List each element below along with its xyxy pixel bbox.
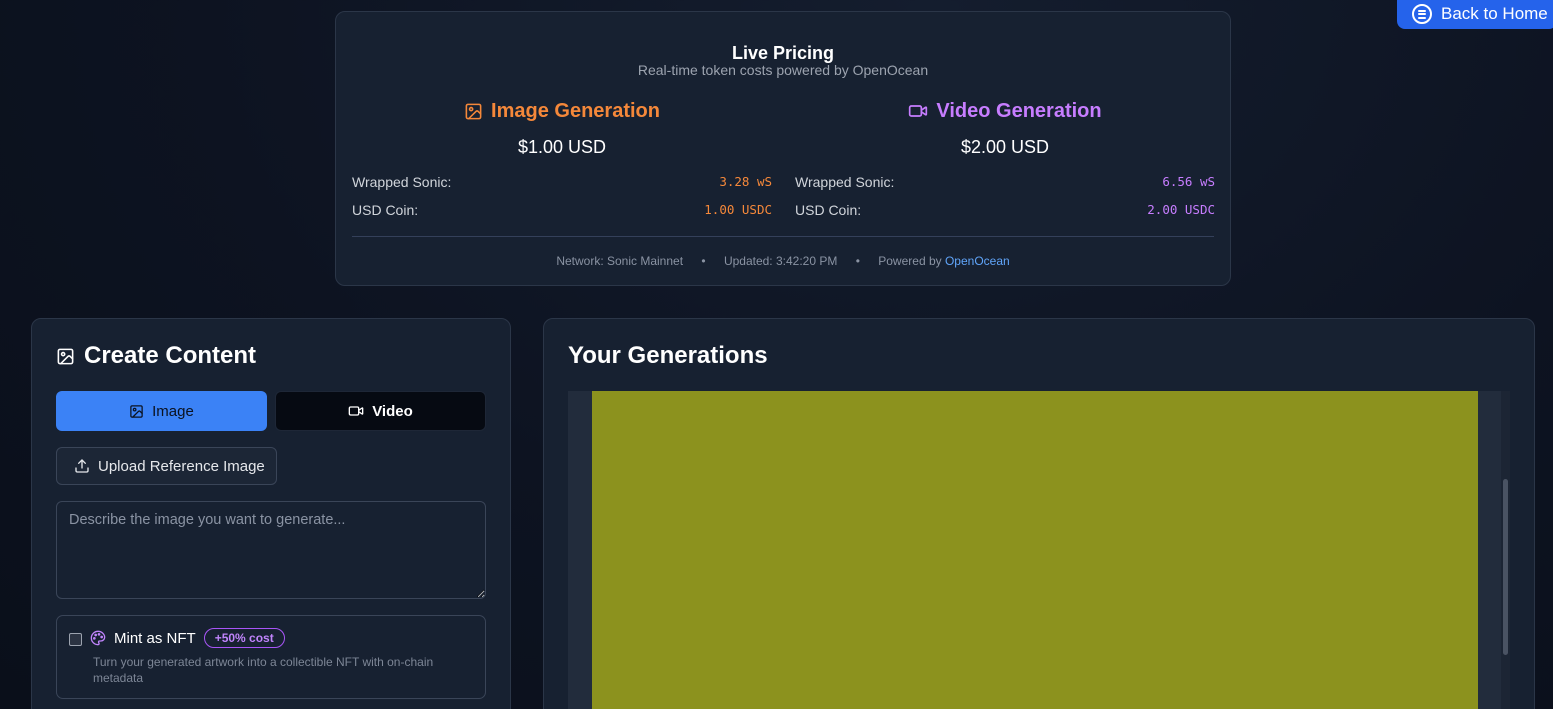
- pricing-footer: Network: Sonic Mainnet • Updated: 3:42:2…: [336, 254, 1230, 268]
- network-status: Network: Sonic Mainnet: [556, 254, 684, 268]
- menu-circle-icon: [1412, 3, 1432, 24]
- create-content-heading: Create Content: [56, 342, 256, 370]
- image-pricing-title: Image Generation: [491, 99, 660, 122]
- image-price-row: Wrapped Sonic: 3.28 wS: [352, 174, 772, 190]
- back-to-home-button[interactable]: Back to Home: [1397, 0, 1553, 29]
- scrollbar-track[interactable]: [1501, 391, 1510, 709]
- video-price-row: Wrapped Sonic: 6.56 wS: [795, 174, 1215, 190]
- image-icon: [130, 404, 143, 418]
- generated-image-preview[interactable]: [592, 391, 1478, 709]
- powered-by-prefix: Powered by: [878, 254, 942, 268]
- generations-title: Your Generations: [568, 342, 768, 369]
- prompt-textarea[interactable]: [56, 501, 486, 599]
- palette-icon: [90, 630, 106, 646]
- pricing-subtitle: Real-time token costs powered by OpenOce…: [637, 62, 929, 78]
- mint-nft-checkbox[interactable]: [69, 633, 82, 646]
- cost-badge: +50% cost: [203, 628, 285, 648]
- generations-viewport[interactable]: [568, 391, 1510, 709]
- upload-reference-image-button[interactable]: Upload Reference Image: [56, 447, 277, 485]
- video-price-row: USD Coin: 2.00 USDC: [795, 202, 1215, 218]
- video-row-label: Wrapped Sonic:: [795, 174, 895, 190]
- generations-panel: Your Generations: [543, 318, 1535, 709]
- image-price-row: USD Coin: 1.00 USDC: [352, 202, 772, 218]
- upload-icon: [75, 459, 89, 473]
- tab-image[interactable]: Image: [56, 391, 267, 431]
- create-content-panel: Create Content Image Video Upload Refere…: [31, 318, 511, 709]
- updated-time: Updated: 3:42:20 PM: [723, 254, 838, 268]
- mint-nft-label: Mint as NFT: [114, 629, 196, 647]
- mint-nft-option: Mint as NFT +50% cost Turn your generate…: [56, 615, 486, 699]
- video-pricing-heading: Video Generation: [795, 97, 1215, 125]
- video-row-label: USD Coin:: [795, 202, 862, 218]
- footer-separator: •: [855, 254, 860, 268]
- live-pricing-card: Live Pricing Real-time token costs power…: [335, 11, 1231, 286]
- image-price-usd: $1.00 USD: [517, 137, 607, 157]
- video-pricing-title: Video Generation: [936, 99, 1102, 122]
- image-icon: [465, 103, 482, 119]
- scrollbar-thumb[interactable]: [1503, 479, 1508, 655]
- tab-video-label: Video: [372, 402, 413, 420]
- mint-nft-label-row: Mint as NFT +50% cost: [90, 628, 285, 648]
- video-icon: [348, 406, 364, 416]
- image-row-label: Wrapped Sonic:: [352, 174, 452, 190]
- image-row-value: 1.00 USDC: [704, 202, 772, 217]
- image-icon: [57, 348, 74, 364]
- image-pricing-heading: Image Generation: [352, 97, 772, 125]
- mint-nft-description: Turn your generated artwork into a colle…: [93, 655, 434, 685]
- openocean-link[interactable]: OpenOcean: [945, 254, 1010, 268]
- image-row-label: USD Coin:: [352, 202, 419, 218]
- pricing-divider: [352, 236, 1214, 237]
- video-icon: [909, 105, 928, 117]
- pricing-title: Live Pricing: [731, 43, 835, 63]
- upload-reference-image-label: Upload Reference Image: [98, 457, 265, 475]
- video-price-usd: $2.00 USD: [960, 137, 1050, 157]
- image-row-value: 3.28 wS: [719, 174, 772, 189]
- video-row-value: 2.00 USDC: [1147, 202, 1215, 217]
- back-to-home-label: Back to Home: [1441, 3, 1548, 23]
- image-pricing-column: Image Generation $1.00 USD Wrapped Sonic…: [352, 97, 772, 219]
- video-row-value: 6.56 wS: [1162, 174, 1215, 189]
- footer-separator: •: [701, 254, 706, 268]
- tab-image-label: Image: [152, 402, 194, 420]
- video-pricing-column: Video Generation $2.00 USD Wrapped Sonic…: [795, 97, 1215, 219]
- tab-video[interactable]: Video: [275, 391, 486, 431]
- create-content-title: Create Content: [84, 342, 257, 369]
